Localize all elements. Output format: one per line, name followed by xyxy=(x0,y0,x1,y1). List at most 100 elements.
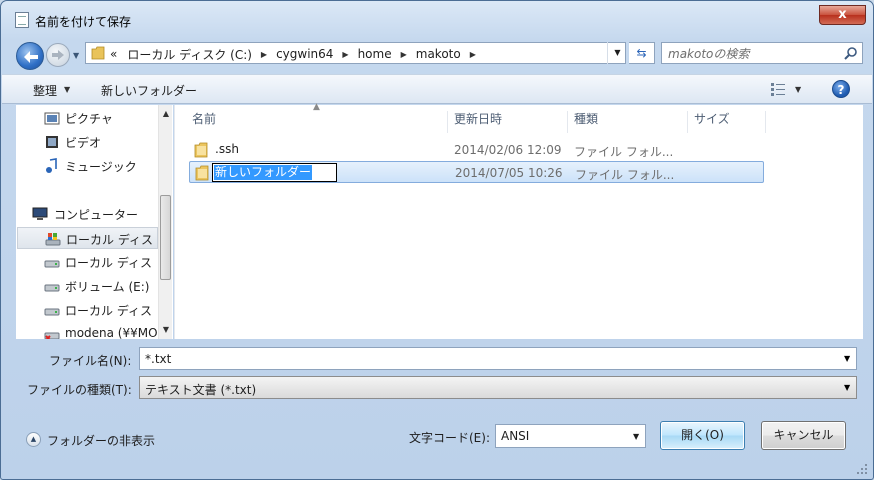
encoding-label: 文字コード(E): xyxy=(409,431,490,445)
file-type: ファイル フォル... xyxy=(575,168,675,182)
back-arrow-icon xyxy=(24,51,38,63)
nav-item-label: ビデオ xyxy=(65,136,102,150)
refresh-icon: ⇆ xyxy=(636,46,647,60)
nav-item-label: ローカル ディス xyxy=(65,304,152,318)
videos-icon xyxy=(46,136,58,148)
refresh-button[interactable]: ⇆ xyxy=(629,42,655,64)
nav-item-label: ミュージック xyxy=(65,160,137,174)
chevron-right-icon[interactable]: ▶ xyxy=(342,50,348,59)
nav-item-local-disk-d[interactable]: ローカル ディス xyxy=(44,251,158,273)
open-button[interactable]: 開く(O) xyxy=(660,421,745,450)
network-drive-icon xyxy=(44,332,60,339)
file-row-new-folder[interactable]: 新しいフォルダー 2014/07/05 10:26 ファイル フォル... xyxy=(189,161,764,183)
back-button[interactable] xyxy=(16,42,44,70)
chevron-down-icon[interactable]: ▼ xyxy=(633,432,639,441)
drive-icon xyxy=(44,260,60,268)
computer-icon xyxy=(32,207,48,220)
nav-item-label: コンピューター xyxy=(54,208,139,222)
nav-item-label: ボリューム (E:) xyxy=(65,280,150,294)
filename-combobox[interactable]: *.txt ▼ xyxy=(139,347,857,370)
navigation-pane: ピクチャ ビデオ ミュージック コンピューター ローカル ディス ローカル ディ… xyxy=(16,105,173,339)
title-bar[interactable]: 名前を付けて保存 x xyxy=(1,1,873,31)
chevron-right-icon[interactable]: ▶ xyxy=(470,50,476,59)
column-header-type[interactable]: 種類 xyxy=(568,111,688,133)
recent-pages-dropdown[interactable]: ▼ xyxy=(73,51,79,60)
drive-icon xyxy=(44,284,60,292)
breadcrumb: « ローカル ディスク (C:) ▶ cygwin64 ▶ home ▶ mak… xyxy=(110,46,485,62)
breadcrumb-item-c-drive[interactable]: ローカル ディスク (C:) xyxy=(127,46,252,63)
close-button[interactable]: x xyxy=(819,5,866,25)
chevron-up-icon[interactable]: ▲ xyxy=(26,432,41,447)
window-title: 名前を付けて保存 xyxy=(35,15,132,29)
cancel-button[interactable]: キャンセル xyxy=(761,421,846,450)
breadcrumb-item-makoto[interactable]: makoto xyxy=(416,47,461,61)
nav-item-computer[interactable]: コンピューター xyxy=(32,203,158,225)
nav-item-local-disk-c[interactable]: ローカル ディス xyxy=(17,227,158,249)
nav-item-videos[interactable]: ビデオ xyxy=(44,131,158,153)
nav-item-pictures[interactable]: ピクチャ xyxy=(44,107,158,129)
nav-scrollbar[interactable]: ▲ ▼ xyxy=(158,105,172,339)
nav-item-label: ピクチャ xyxy=(65,112,113,126)
folder-icon xyxy=(91,46,105,60)
forward-arrow-icon xyxy=(52,50,64,60)
hide-folders-label[interactable]: フォルダーの非表示 xyxy=(47,432,155,449)
encoding-select[interactable]: ANSI ▼ xyxy=(495,424,646,448)
file-name: .ssh xyxy=(215,142,239,156)
forward-button[interactable] xyxy=(46,43,70,67)
filetype-value: テキスト文書 (*.txt) xyxy=(145,383,257,397)
command-toolbar: 整理 ▼ 新しいフォルダー ▼ ? xyxy=(2,74,872,104)
folder-icon xyxy=(195,165,209,181)
encoding-value: ANSI xyxy=(501,429,530,443)
chevron-right-icon[interactable]: ▶ xyxy=(401,50,407,59)
notepad-icon xyxy=(15,12,29,28)
search-input[interactable] xyxy=(668,46,838,62)
views-icon[interactable] xyxy=(770,82,786,96)
search-icon[interactable] xyxy=(844,46,858,60)
resize-grip-icon[interactable] xyxy=(856,463,868,475)
nav-item-label: ローカル ディス xyxy=(65,256,152,270)
nav-item-label: ローカル ディス xyxy=(66,233,153,247)
scroll-thumb[interactable] xyxy=(160,195,171,280)
file-type: ファイル フォル... xyxy=(574,145,674,159)
address-bar[interactable]: « ローカル ディスク (C:) ▶ cygwin64 ▶ home ▶ mak… xyxy=(85,42,626,64)
chevron-right-icon[interactable]: ▶ xyxy=(261,50,267,59)
music-icon xyxy=(46,158,57,173)
column-header-name[interactable]: 名前 xyxy=(186,111,448,133)
save-as-dialog: 名前を付けて保存 x ▼ « ローカル ディスク (C:) ▶ cygwin64… xyxy=(0,0,874,480)
filename-field[interactable]: *.txt xyxy=(145,352,171,366)
rename-text-selected[interactable]: 新しいフォルダー xyxy=(214,165,313,180)
chevron-down-icon[interactable]: ▼ xyxy=(844,354,850,363)
new-folder-button[interactable]: 新しいフォルダー xyxy=(101,82,197,99)
nav-item-local-disk-f[interactable]: ローカル ディス xyxy=(44,299,158,321)
drive-icon xyxy=(44,308,60,316)
scroll-down-arrow[interactable]: ▼ xyxy=(159,325,173,334)
chevron-down-icon[interactable]: ▼ xyxy=(64,85,70,94)
breadcrumb-overflow[interactable]: « xyxy=(110,47,117,61)
system-drive-icon xyxy=(45,233,61,246)
views-dropdown[interactable]: ▼ xyxy=(795,85,801,94)
breadcrumb-item-home[interactable]: home xyxy=(358,47,392,61)
nav-item-network-modena[interactable]: modena (¥¥MO xyxy=(44,323,158,339)
organize-button[interactable]: 整理 xyxy=(33,82,57,99)
pictures-icon xyxy=(44,112,60,125)
rename-field[interactable]: 新しいフォルダー xyxy=(212,163,337,182)
folder-icon xyxy=(194,142,208,158)
chevron-down-icon[interactable]: ▼ xyxy=(844,383,850,392)
scroll-up-arrow[interactable]: ▲ xyxy=(159,109,173,118)
address-dropdown[interactable]: ▼ xyxy=(607,42,627,64)
filename-label: ファイル名(N): xyxy=(49,354,132,368)
file-list: ▲ 名前 更新日時 種類 サイズ .ssh 2014/02/06 12:09 フ… xyxy=(174,102,863,339)
nav-item-volume-e[interactable]: ボリューム (E:) xyxy=(44,275,158,297)
help-icon[interactable]: ? xyxy=(832,80,850,98)
filetype-select[interactable]: テキスト文書 (*.txt) ▼ xyxy=(139,376,857,399)
filetype-label: ファイルの種類(T): xyxy=(27,383,132,397)
file-row-ssh[interactable]: .ssh 2014/02/06 12:09 ファイル フォル... xyxy=(189,139,764,161)
nav-item-music[interactable]: ミュージック xyxy=(44,155,158,177)
column-header-size[interactable]: サイズ xyxy=(688,111,766,133)
column-header-date[interactable]: 更新日時 xyxy=(448,111,568,133)
nav-item-label: modena (¥¥MO xyxy=(65,326,158,339)
file-date: 2014/02/06 12:09 xyxy=(454,143,562,157)
search-box[interactable] xyxy=(661,42,863,64)
breadcrumb-item-cygwin64[interactable]: cygwin64 xyxy=(276,47,333,61)
file-date: 2014/07/05 10:26 xyxy=(455,166,563,180)
